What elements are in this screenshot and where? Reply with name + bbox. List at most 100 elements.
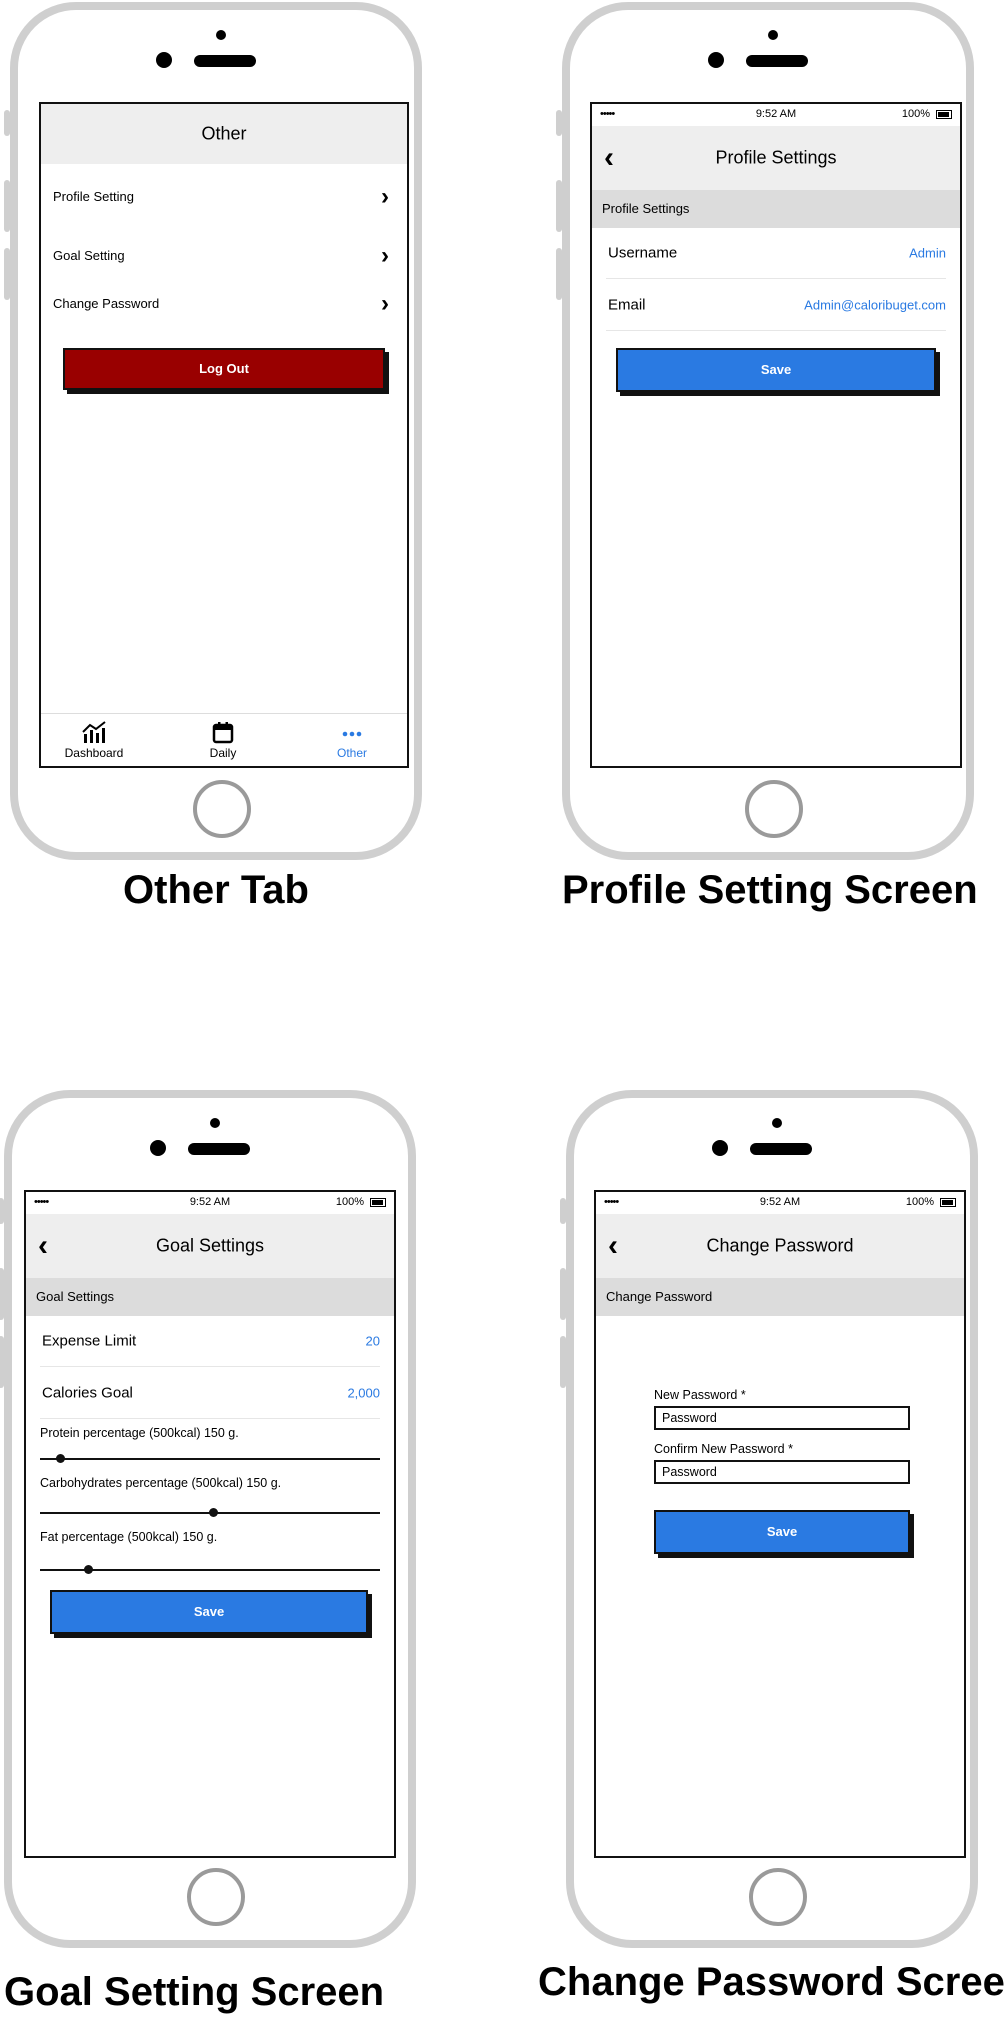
nav-bar: ‹ Profile Settings (592, 126, 960, 190)
battery-icon (940, 1198, 956, 1207)
battery-level: 100% (335, 1196, 364, 1208)
header-bar: Other (41, 104, 407, 164)
caption-change-password: Change Password Screen (538, 1960, 1005, 2004)
phone-side-button (556, 248, 562, 300)
menu-item-label: Change Password (53, 296, 160, 311)
status-bar: ••••• 9:52 AM 100% (596, 1192, 964, 1214)
chart-icon (49, 720, 139, 744)
screen-password: ••••• 9:52 AM 100% ‹ Change Password Cha… (594, 1190, 966, 1858)
protein-slider-label: Protein percentage (500kcal) 150 g. (40, 1426, 239, 1440)
phone-side-button (4, 248, 10, 300)
more-icon (307, 720, 397, 744)
new-password-field[interactable]: Password (654, 1406, 910, 1430)
chevron-right-icon: › (381, 290, 389, 317)
expense-limit-label: Expense Limit (42, 1332, 137, 1350)
phone-side-button (560, 1268, 566, 1320)
save-button[interactable]: Save (616, 348, 936, 392)
phone-side-button (0, 1198, 4, 1224)
expense-limit-row[interactable]: Expense Limit 20 (40, 1316, 380, 1367)
menu-item-change-password[interactable]: Change Password › (53, 289, 395, 319)
nav-bar: ‹ Change Password (596, 1214, 964, 1278)
chevron-right-icon: › (381, 183, 389, 210)
front-sensor (772, 1118, 782, 1128)
page-title: Profile Settings (715, 147, 837, 168)
carbohydrates-slider-label: Carbohydrates percentage (500kcal) 150 g… (40, 1476, 282, 1490)
caption-other-tab: Other Tab (123, 868, 309, 912)
page-title: Change Password (706, 1235, 854, 1256)
phone-frame-profile: ••••• 9:52 AM 100% ‹ Profile Settings Pr… (556, 2, 974, 860)
caption-goal-setting: Goal Setting Screen (4, 1970, 385, 2014)
phone-side-button (0, 1268, 4, 1320)
bottom-tab-bar: Dashboard Daily Other (41, 713, 407, 766)
page-title: Goal Settings (155, 1235, 265, 1256)
username-row[interactable]: Username Admin (606, 228, 946, 279)
front-camera (708, 52, 724, 68)
caption-profile-setting: Profile Setting Screen (562, 868, 978, 912)
home-button[interactable] (745, 780, 803, 838)
phone-frame-goal: ••••• 9:52 AM 100% ‹ Goal Settings Goal … (0, 1090, 416, 1948)
phone-side-button (4, 110, 10, 136)
email-label: Email (608, 296, 646, 314)
fat-slider-label: Fat percentage (500kcal) 150 g. (40, 1530, 218, 1544)
status-bar: ••••• 9:52 AM 100% (26, 1192, 394, 1214)
menu-item-goal-setting[interactable]: Goal Setting › (53, 241, 395, 271)
earpiece-speaker (750, 1143, 812, 1155)
phone-frame-other: Other Profile Setting › Goal Setting › C… (4, 2, 422, 860)
tab-label: Dashboard (64, 746, 124, 760)
fat-slider[interactable] (40, 1565, 380, 1574)
front-sensor (210, 1118, 220, 1128)
username-label: Username (608, 244, 678, 262)
battery-level: 100% (905, 1196, 934, 1208)
slider-thumb[interactable] (83, 1565, 93, 1574)
calories-goal-row[interactable]: Calories Goal 2,000 (40, 1368, 380, 1419)
screen-other: Other Profile Setting › Goal Setting › C… (39, 102, 409, 768)
tab-label: Daily (209, 746, 237, 760)
screen-profile: ••••• 9:52 AM 100% ‹ Profile Settings Pr… (590, 102, 962, 768)
confirm-password-field[interactable]: Password (654, 1460, 910, 1484)
logout-button[interactable]: Log Out (63, 348, 385, 390)
phone-side-button (556, 180, 562, 232)
earpiece-speaker (746, 55, 808, 67)
carbohydrates-slider[interactable] (40, 1508, 380, 1517)
tab-daily[interactable]: Daily (178, 720, 268, 760)
slider-thumb[interactable] (56, 1454, 66, 1463)
tab-other[interactable]: Other (307, 720, 397, 760)
menu-item-label: Profile Setting (53, 189, 134, 204)
save-button[interactable]: Save (654, 1510, 910, 1554)
section-header: Profile Settings (592, 190, 960, 228)
nav-bar: ‹ Goal Settings (26, 1214, 394, 1278)
menu-item-label: Goal Setting (53, 248, 125, 263)
confirm-password-label: Confirm New Password * (654, 1442, 793, 1456)
protein-slider[interactable] (40, 1454, 380, 1463)
slider-thumb[interactable] (209, 1508, 219, 1517)
battery-level: 100% (901, 108, 930, 120)
tab-dashboard[interactable]: Dashboard (49, 720, 139, 760)
phone-frame-password: ••••• 9:52 AM 100% ‹ Change Password Cha… (560, 1090, 978, 1948)
home-button[interactable] (749, 1868, 807, 1926)
expense-limit-value: 20 (365, 1333, 380, 1349)
page-title: Other (201, 123, 247, 144)
username-value: Admin (909, 245, 946, 261)
front-camera (150, 1140, 166, 1156)
menu-item-profile-setting[interactable]: Profile Setting › (53, 182, 395, 212)
earpiece-speaker (188, 1143, 250, 1155)
chevron-right-icon: › (381, 242, 389, 269)
front-camera (712, 1140, 728, 1156)
battery-icon (936, 110, 952, 119)
home-button[interactable] (193, 780, 251, 838)
phone-side-button (560, 1198, 566, 1224)
section-header: Goal Settings (26, 1278, 394, 1316)
section-header: Change Password (596, 1278, 964, 1316)
calories-goal-label: Calories Goal (42, 1384, 133, 1402)
front-sensor (768, 30, 778, 40)
home-button[interactable] (187, 1868, 245, 1926)
front-camera (156, 52, 172, 68)
save-button[interactable]: Save (50, 1590, 368, 1634)
email-value: Admin@caloribuget.com (804, 297, 946, 313)
status-bar: ••••• 9:52 AM 100% (592, 104, 960, 126)
screen-goal: ••••• 9:52 AM 100% ‹ Goal Settings Goal … (24, 1190, 396, 1858)
phone-side-button (560, 1336, 566, 1388)
battery-icon (370, 1198, 386, 1207)
email-row[interactable]: Email Admin@caloribuget.com (606, 280, 946, 331)
tab-label: Other (336, 746, 367, 760)
